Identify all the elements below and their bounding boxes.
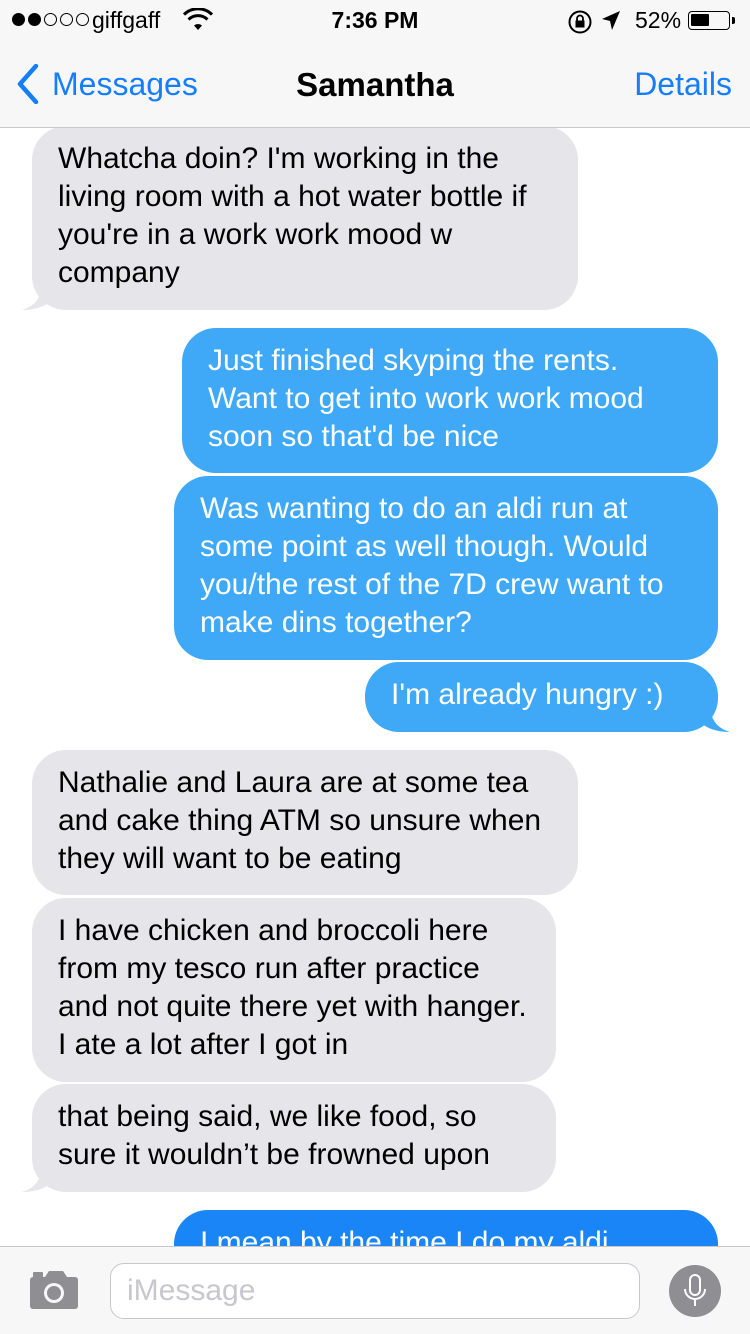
conversation-thread[interactable]: Whatcha doin? I'm working in the living …	[0, 0, 750, 1334]
message-text: Nathalie and Laura are at some tea and c…	[58, 766, 542, 875]
battery-fill	[691, 14, 709, 26]
message-text: that being said, we like food, so sure i…	[58, 1100, 490, 1171]
rotation-lock-icon	[567, 9, 593, 41]
message-bubble-incoming[interactable]: Nathalie and Laura are at some tea and c…	[32, 750, 578, 895]
message-input-placeholder: iMessage	[127, 1274, 256, 1307]
battery-icon	[688, 11, 730, 30]
location-icon	[600, 9, 622, 39]
back-button-label: Messages	[52, 65, 198, 102]
message-bubble-outgoing[interactable]: Was wanting to do an aldi run at some po…	[174, 476, 718, 660]
message-input-bar: iMessage	[0, 1246, 750, 1334]
chevron-left-icon	[17, 64, 39, 104]
bubble-tail	[22, 1164, 52, 1192]
message-text: I have chicken and broccoli here from my…	[58, 914, 527, 1061]
bubble-tail	[700, 704, 730, 732]
back-button[interactable]: Messages	[16, 64, 198, 104]
navigation-bar: Messages Samantha Details	[0, 40, 750, 128]
microphone-icon	[684, 1274, 706, 1306]
status-bar: giffgaff 7:36 PM 52%	[0, 0, 750, 40]
message-bubble-outgoing[interactable]: I'm already hungry :)	[365, 662, 730, 732]
details-button[interactable]: Details	[634, 66, 732, 103]
message-input[interactable]: iMessage	[110, 1263, 640, 1319]
message-bubble-outgoing[interactable]: Just finished skyping the rents. Want to…	[182, 328, 718, 473]
message-text: Whatcha doin? I'm working in the living …	[58, 142, 527, 289]
microphone-button[interactable]	[669, 1265, 721, 1317]
message-bubble-incoming[interactable]: that being said, we like food, so sure i…	[22, 1084, 556, 1192]
camera-button[interactable]	[29, 1269, 79, 1311]
message-text: Was wanting to do an aldi run at some po…	[200, 492, 664, 639]
message-text: I'm already hungry :)	[391, 678, 664, 711]
camera-icon	[30, 1271, 78, 1309]
message-text: Just finished skyping the rents. Want to…	[208, 344, 644, 453]
message-bubble-incoming[interactable]: Whatcha doin? I'm working in the living …	[22, 126, 578, 310]
bubble-tail	[22, 282, 52, 310]
battery-percentage: 52%	[635, 7, 682, 33]
message-bubble-incoming[interactable]: I have chicken and broccoli here from my…	[32, 898, 556, 1082]
battery-tip	[732, 17, 735, 24]
top-bar: giffgaff 7:36 PM 52% Messages Samantha D…	[0, 0, 750, 128]
